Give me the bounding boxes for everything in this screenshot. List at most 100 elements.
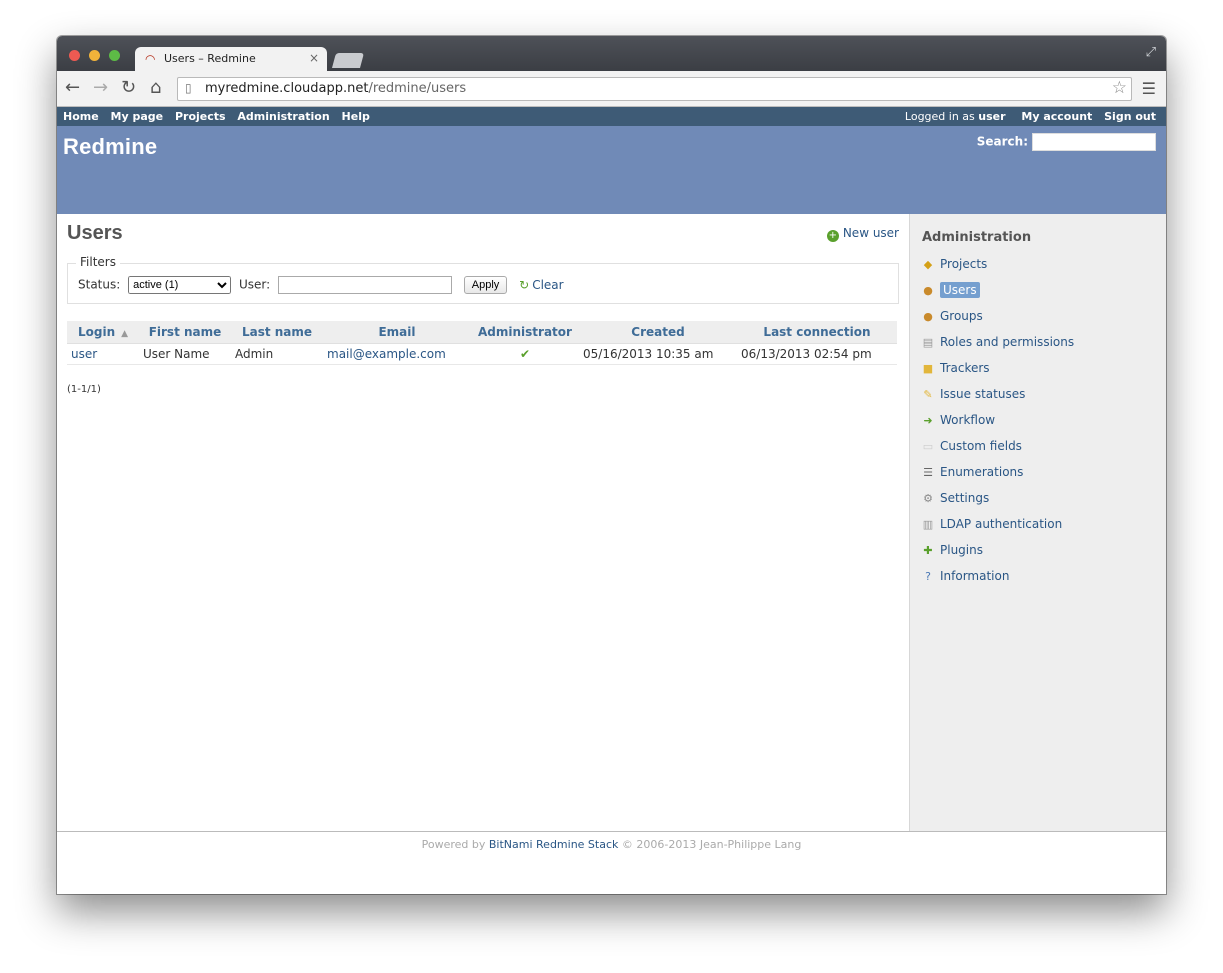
menu-my-page[interactable]: My page xyxy=(111,110,164,123)
column-administrator[interactable]: Administrator xyxy=(471,321,579,344)
table-header-row: Login ▲ First name Last name Email Admini… xyxy=(67,321,897,344)
sidebar-item-ldap[interactable]: ▥ LDAP authentication xyxy=(920,517,1074,543)
cell-email: mail@example.com xyxy=(323,343,471,365)
sidebar-item-enumerations[interactable]: ☰ Enumerations xyxy=(920,465,1074,491)
menu-home[interactable]: Home xyxy=(63,110,99,123)
sidebar-item-roles[interactable]: ▤ Roles and permissions xyxy=(920,335,1074,361)
user-filter-input[interactable] xyxy=(277,276,452,294)
user-login-link[interactable]: user xyxy=(71,347,97,361)
sidebar-item-label: Projects xyxy=(940,257,988,271)
column-email[interactable]: Email xyxy=(323,321,471,344)
zoom-window-button[interactable] xyxy=(109,50,120,61)
sidebar-item-users[interactable]: ● Users xyxy=(920,282,1074,309)
projects-icon: ◆ xyxy=(923,258,933,271)
custom-fields-icon: ▭ xyxy=(922,440,934,453)
new-user-link[interactable]: + New user xyxy=(826,226,899,242)
search-label: Search: xyxy=(976,134,1028,149)
users-table: Login ▲ First name Last name Email Admini… xyxy=(67,321,897,365)
status-select[interactable]: active (1) xyxy=(128,276,232,294)
tab-strip: ◠ Users – Redmine × ⤢ xyxy=(57,36,1166,71)
filters-row: Status: active (1) User: Apply ↻ Clear xyxy=(78,276,564,294)
user-icon: ● xyxy=(923,284,933,297)
url-text[interactable]: myredmine.cloudapp.net/redmine/users xyxy=(205,81,466,96)
forward-icon[interactable]: → xyxy=(93,78,108,98)
bookmark-star-icon[interactable]: ☆ xyxy=(1112,78,1127,98)
menu-administration[interactable]: Administration xyxy=(237,110,329,123)
site-title: Redmine xyxy=(63,134,158,159)
sidebar-item-label: Plugins xyxy=(940,543,983,557)
sidebar-item-plugins[interactable]: ✚ Plugins xyxy=(920,543,1074,569)
address-bar[interactable]: ▯ myredmine.cloudapp.net/redmine/users ☆ xyxy=(177,77,1132,101)
sidebar-item-trackers[interactable]: ■ Trackers xyxy=(920,361,1074,387)
top-menu-right: Logged in as user My account Sign out xyxy=(905,110,1164,123)
cell-created: 05/16/2013 10:35 am xyxy=(579,343,737,365)
tracker-icon: ■ xyxy=(922,362,934,375)
sort-asc-icon: ▲ xyxy=(121,329,129,339)
home-icon[interactable]: ⌂ xyxy=(150,78,161,98)
sidebar-item-label: Enumerations xyxy=(940,465,1024,479)
browser-menu-icon[interactable]: ☰ xyxy=(1142,79,1156,98)
cell-first-name: User Name xyxy=(139,343,231,365)
logged-as-user[interactable]: user xyxy=(978,110,1005,123)
footer-copyright: © 2006-2013 Jean-Philippe Lang xyxy=(621,838,802,851)
column-created[interactable]: Created xyxy=(579,321,737,344)
top-menu: Home My page Projects Administration Hel… xyxy=(57,107,1166,126)
sidebar: Administration ◆ Projects ● Users ● Groups … xyxy=(909,214,1166,831)
sign-out-link[interactable]: Sign out xyxy=(1104,110,1156,123)
sidebar-item-label: Roles and permissions xyxy=(940,335,1075,349)
admin-menu: ◆ Projects ● Users ● Groups ▤ Roles and perm… xyxy=(920,257,1074,595)
column-login-label: Login xyxy=(77,325,116,339)
server-key-icon: ▥ xyxy=(922,518,934,531)
issue-status-icon: ✎ xyxy=(923,388,933,401)
sidebar-item-settings[interactable]: ⚙ Settings xyxy=(920,491,1074,517)
sidebar-item-label: Custom fields xyxy=(940,439,1022,453)
bitnami-link[interactable]: BitNami Redmine Stack xyxy=(489,838,619,851)
sidebar-item-groups[interactable]: ● Groups xyxy=(920,309,1074,335)
user-label: User: xyxy=(238,277,271,292)
tab-title: Users – Redmine xyxy=(164,52,256,65)
add-icon: + xyxy=(826,230,839,242)
reload-icon[interactable]: ↻ xyxy=(121,78,136,98)
column-first-name[interactable]: First name xyxy=(139,321,231,344)
search-input[interactable] xyxy=(1032,133,1156,151)
url-path: /redmine/users xyxy=(368,81,467,96)
close-window-button[interactable] xyxy=(69,50,80,61)
redmine-favicon-icon: ◠ xyxy=(145,52,156,66)
sidebar-item-information[interactable]: ? Information xyxy=(920,569,1074,595)
cell-last-name: Admin xyxy=(231,343,323,365)
footer-text: Powered by BitNami Redmine Stack © 2006-… xyxy=(57,838,1166,851)
minimize-window-button[interactable] xyxy=(89,50,100,61)
plugin-icon: ✚ xyxy=(923,544,933,557)
tab-close-icon[interactable]: × xyxy=(309,51,319,65)
sidebar-item-workflow[interactable]: ➜ Workflow xyxy=(920,413,1074,439)
gear-icon: ⚙ xyxy=(923,492,933,505)
sidebar-item-projects[interactable]: ◆ Projects xyxy=(920,257,1074,283)
sidebar-item-label: Information xyxy=(940,569,1010,583)
reload-icon: ↻ xyxy=(519,277,530,292)
column-last-name[interactable]: Last name xyxy=(231,321,323,344)
my-account-link[interactable]: My account xyxy=(1021,110,1092,123)
footer: Powered by BitNami Redmine Stack © 2006-… xyxy=(57,831,1166,894)
new-user-label: New user xyxy=(842,226,899,240)
menu-projects[interactable]: Projects xyxy=(175,110,226,123)
column-last-connection[interactable]: Last connection xyxy=(737,321,897,344)
header: Redmine Search: xyxy=(57,126,1166,214)
back-icon[interactable]: ← xyxy=(65,78,80,98)
new-tab-button[interactable] xyxy=(331,53,365,68)
fullscreen-icon[interactable]: ⤢ xyxy=(1146,45,1156,60)
sidebar-item-custom-fields[interactable]: ▭ Custom fields xyxy=(920,439,1074,465)
clear-link[interactable]: ↻ Clear xyxy=(519,278,563,292)
page-title: Users xyxy=(67,222,123,244)
admin-check-icon: ✔ xyxy=(471,343,579,365)
sidebar-item-issue-statuses[interactable]: ✎ Issue statuses xyxy=(920,387,1074,413)
email-link[interactable]: mail@example.com xyxy=(327,347,446,361)
list-icon: ☰ xyxy=(923,466,933,479)
browser-tab[interactable]: ◠ Users – Redmine × xyxy=(135,47,327,71)
pagination: (1-1/1) xyxy=(67,384,101,395)
apply-button[interactable]: Apply xyxy=(463,276,508,294)
page-icon: ▯ xyxy=(185,81,192,95)
top-menu-left: Home My page Projects Administration Hel… xyxy=(63,110,378,123)
sidebar-item-label: Trackers xyxy=(940,361,990,375)
column-login[interactable]: Login ▲ xyxy=(67,321,139,344)
menu-help[interactable]: Help xyxy=(342,110,370,123)
